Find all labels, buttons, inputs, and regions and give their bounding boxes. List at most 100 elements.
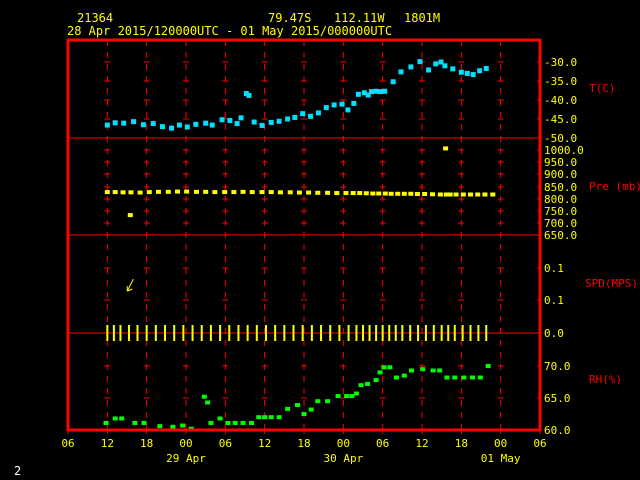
pressure-point [363, 191, 369, 196]
wind-speed-marker [440, 325, 443, 341]
pressure-point [334, 191, 340, 196]
temperature-point [470, 72, 476, 78]
humidity-point [225, 420, 231, 425]
wind-speed-marker [338, 325, 341, 341]
date-label: 29 Apr [166, 452, 206, 465]
wind-speed-marker [136, 325, 139, 341]
humidity-point [430, 368, 436, 373]
pressure-point [259, 190, 265, 195]
temperature-point [300, 111, 306, 117]
humidity-point [170, 424, 176, 429]
pressure-point [429, 192, 435, 197]
wind-speed-marker [164, 325, 167, 341]
wind-speed-marker [292, 325, 295, 341]
pressure-point [165, 189, 171, 194]
humidity-point [477, 375, 483, 380]
humidity-point [240, 420, 246, 425]
wind-speed-marker [368, 325, 371, 341]
temperature-point [450, 66, 456, 72]
temperature-point [238, 115, 244, 121]
temperature-point [433, 61, 439, 67]
temperature-point [345, 107, 351, 113]
temperature-point [276, 118, 282, 124]
pressure-point [357, 191, 363, 196]
humidity-point [157, 424, 163, 429]
pressure-point [414, 192, 420, 197]
wind-speed-marker [461, 325, 464, 341]
humidity-point [335, 394, 341, 399]
wind-speed-marker [246, 325, 249, 341]
temperature-point [234, 121, 240, 127]
wind-speed-marker [145, 325, 148, 341]
y-tick-label-humidity: 70.0 [544, 360, 571, 373]
x-tick-label: 12 [101, 437, 114, 450]
temperature-point [315, 110, 321, 116]
y-tick-label-wind: 0.1 [544, 262, 564, 275]
meteogram-chart: -30.0-35.0-40.0-45.0-50.01000.0950.0900.… [61, 38, 640, 465]
pressure-point [174, 189, 180, 194]
wind-speed-marker [310, 325, 313, 341]
pressure-point [184, 189, 190, 194]
wind-speed-marker [274, 325, 277, 341]
pressure-point [268, 190, 274, 195]
wind-speed-marker [320, 325, 323, 341]
y-tick-label-wind: 0.1 [544, 294, 564, 307]
temperature-point [140, 122, 146, 128]
pressure-point [104, 190, 110, 195]
x-tick-label: 00 [337, 437, 350, 450]
pressure-point [388, 191, 394, 196]
x-tick-label: 18 [140, 437, 153, 450]
y-tick-label-pressure: 650.0 [544, 229, 577, 242]
y-tick-label-pressure: 900.0 [544, 168, 577, 181]
wind-speed-marker [329, 325, 332, 341]
y-tick-label-temperature: -45.0 [544, 113, 577, 126]
pressure-point [222, 190, 228, 195]
pressure-point [401, 191, 407, 196]
temperature-point [331, 102, 337, 108]
humidity-label: RH(%) [589, 373, 622, 386]
pressure-point [382, 191, 388, 196]
temperature-point [369, 89, 375, 95]
pressure-point [376, 191, 382, 196]
pressure-point [127, 213, 133, 218]
wind-speed-marker [219, 325, 222, 341]
temperature-point [308, 113, 314, 119]
humidity-point [141, 420, 147, 425]
date-label: 30 Apr [323, 452, 363, 465]
humidity-point [262, 415, 268, 420]
humidity-point [387, 365, 393, 370]
humidity-point [268, 415, 274, 420]
pressure-point [490, 192, 496, 197]
x-tick-label: 06 [219, 437, 232, 450]
wind-speed-marker [173, 325, 176, 341]
pressure-point [193, 189, 199, 194]
wind-speed-marker [362, 325, 364, 341]
pressure-point [408, 191, 414, 196]
temperature-point [398, 69, 404, 75]
x-tick-label: 06 [61, 437, 74, 450]
wind-speed-marker [127, 325, 130, 341]
temperature-point [285, 116, 291, 122]
wind-speed-marker [119, 325, 122, 341]
pressure-point [482, 192, 488, 197]
humidity-point [112, 416, 118, 421]
wind-speed-marker [264, 325, 267, 341]
temperature-point [251, 119, 257, 125]
x-tick-label: 00 [179, 437, 192, 450]
pressure-point [447, 192, 453, 197]
wind-speed-marker [394, 325, 397, 341]
pressure-point [453, 192, 459, 197]
wind-speed-marker [228, 325, 231, 341]
temperature-point [112, 120, 118, 126]
pressure-point [277, 190, 283, 195]
y-tick-label-wind: 0.0 [544, 327, 564, 340]
wind-speed-marker [485, 325, 488, 341]
temperature-point [390, 79, 396, 85]
humidity-point [365, 381, 371, 386]
wind-speed-marker [154, 325, 157, 341]
humidity-point [485, 364, 491, 368]
wind-speed-marker [424, 325, 427, 341]
wind-speed-marker [209, 325, 212, 341]
pressure-point [287, 190, 293, 195]
wind-speed-marker [255, 325, 258, 341]
